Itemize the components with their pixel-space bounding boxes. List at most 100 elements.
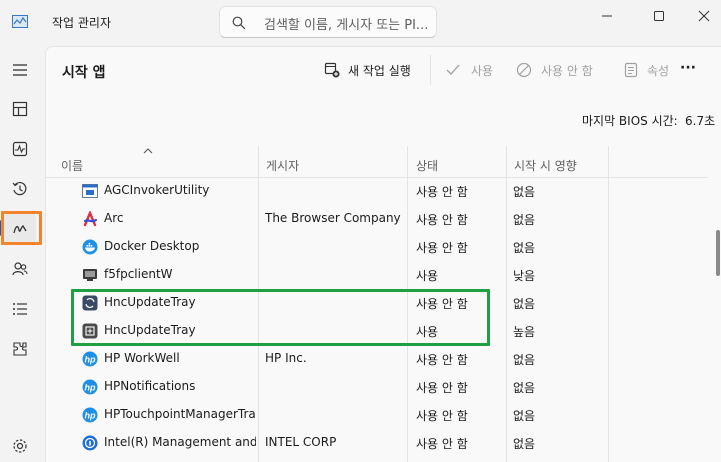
nav-details[interactable] xyxy=(4,293,36,325)
sort-ascending-icon xyxy=(143,148,153,154)
column-header-publisher[interactable]: 게시자 xyxy=(266,157,299,174)
properties-button[interactable]: 속성 xyxy=(623,59,673,81)
hnc-rows-highlight-box xyxy=(71,289,490,346)
table-row[interactable]: hp HPTouchpointManagerTray 사용 안 함 없음 xyxy=(46,401,708,429)
app-status: 사용 안 함 xyxy=(416,409,468,423)
minimize-button[interactable] xyxy=(584,0,630,32)
nav-settings[interactable] xyxy=(4,430,36,462)
app-startup-impact: 낮음 xyxy=(513,269,536,283)
column-header-status[interactable]: 상태 xyxy=(416,157,438,174)
services-icon xyxy=(13,342,27,356)
app-publisher: INTEL CORP xyxy=(265,435,337,449)
table-row[interactable]: Intel(R) Management and... INTEL CORP 사용… xyxy=(46,429,708,457)
close-button[interactable] xyxy=(681,0,721,32)
more-options-icon: ··· xyxy=(680,60,696,76)
app-history-icon xyxy=(12,181,27,196)
app-status: 사용 안 함 xyxy=(416,437,468,451)
app-status: 사용 xyxy=(416,269,439,283)
nav-users[interactable] xyxy=(4,253,36,285)
app-name: Arc xyxy=(104,211,124,225)
new-task-icon xyxy=(324,62,340,78)
app-name: Intel(R) Management and... xyxy=(104,435,256,449)
minimize-icon xyxy=(602,15,612,17)
properties-label: 속성 xyxy=(647,64,670,78)
table-row[interactable]: f5fpclientW 사용 낮음 xyxy=(46,261,708,289)
hp-icon: hp xyxy=(82,407,98,423)
hp-icon: hp xyxy=(82,379,98,395)
docker-icon xyxy=(82,239,98,255)
intel-icon xyxy=(82,435,98,451)
app-startup-impact: 없음 xyxy=(513,185,536,199)
nav-processes[interactable] xyxy=(4,93,36,125)
table-row[interactable]: hp HPNotifications 사용 안 함 없음 xyxy=(46,373,708,401)
nav-performance[interactable] xyxy=(4,133,36,165)
table-row[interactable]: AGCInvokerUtility 사용 안 함 없음 xyxy=(46,177,708,205)
nav-app-history[interactable] xyxy=(4,173,36,205)
task-manager-app-icon xyxy=(12,15,28,28)
more-options-button[interactable]: ··· xyxy=(680,59,702,81)
close-icon xyxy=(698,10,710,22)
app-status: 사용 안 함 xyxy=(416,185,468,199)
details-icon xyxy=(13,303,27,315)
app-name: Docker Desktop xyxy=(104,239,200,253)
enable-button[interactable]: 사용 xyxy=(445,59,499,81)
task-manager-window: 작업 관리자 검색할 이름, 게시자 또는 PI... 시작 앱 새 작업 실행… xyxy=(0,0,721,462)
app-status: 사용 안 함 xyxy=(416,353,468,367)
column-header-startup-impact[interactable]: 시작 시 영향 xyxy=(514,157,577,174)
agc-invoker-icon xyxy=(82,184,98,198)
arc-browser-icon xyxy=(83,211,98,227)
performance-icon xyxy=(12,141,28,157)
title-bar: 작업 관리자 검색할 이름, 게시자 또는 PI... xyxy=(0,0,721,46)
app-startup-impact: 없음 xyxy=(513,241,536,255)
app-publisher: HP Inc. xyxy=(265,351,307,365)
enable-label: 사용 xyxy=(471,64,494,78)
disable-button[interactable]: 사용 안 함 xyxy=(516,59,606,81)
app-name: HP WorkWell xyxy=(104,351,180,365)
search-icon xyxy=(232,16,246,30)
f5-client-icon xyxy=(83,269,97,281)
app-name: f5fpclientW xyxy=(104,267,173,281)
disable-label: 사용 안 함 xyxy=(541,64,593,78)
app-startup-impact: 없음 xyxy=(513,409,536,423)
scrollbar-thumb[interactable] xyxy=(716,230,720,276)
app-startup-impact: 없음 xyxy=(513,437,536,451)
app-startup-impact: 없음 xyxy=(513,213,536,227)
table-row[interactable]: hp HP WorkWell HP Inc. 사용 안 함 없음 xyxy=(46,345,708,373)
column-header-name[interactable]: 이름 xyxy=(61,157,83,174)
new-task-label: 새 작업 실행 xyxy=(348,64,411,78)
bios-time-label: 마지막 BIOS 시간: xyxy=(582,114,678,128)
nav-menu-button[interactable] xyxy=(4,54,36,86)
search-input[interactable]: 검색할 이름, 게시자 또는 PI... xyxy=(219,6,437,38)
maximize-button[interactable] xyxy=(636,0,682,32)
table-row[interactable]: Arc The Browser Company ... 사용 안 함 없음 xyxy=(46,205,708,233)
maximize-icon xyxy=(654,11,664,21)
app-startup-impact: 없음 xyxy=(513,381,536,395)
window-title: 작업 관리자 xyxy=(52,16,112,30)
hp-icon: hp xyxy=(82,351,98,367)
toolbar-separator xyxy=(430,55,431,85)
app-startup-impact: 높음 xyxy=(513,325,536,339)
nav-services[interactable] xyxy=(4,333,36,365)
new-task-button[interactable]: 새 작업 실행 xyxy=(324,59,424,81)
vertical-scrollbar[interactable] xyxy=(716,178,721,462)
users-icon xyxy=(12,262,28,276)
app-status: 사용 안 함 xyxy=(416,241,468,255)
page-title: 시작 앱 xyxy=(62,65,106,81)
settings-icon xyxy=(13,439,27,453)
properties-icon xyxy=(624,62,638,78)
table-row[interactable]: Docker Desktop 사용 안 함 없음 xyxy=(46,233,708,261)
checkmark-icon xyxy=(446,64,460,75)
search-placeholder: 검색할 이름, 게시자 또는 PI... xyxy=(264,18,429,33)
svg-text:hp: hp xyxy=(85,355,96,365)
processes-icon xyxy=(12,101,28,117)
svg-text:hp: hp xyxy=(85,383,96,393)
hamburger-menu-icon xyxy=(13,64,27,76)
bios-time-value: 6.7초 xyxy=(685,114,716,128)
app-name: HPNotifications xyxy=(104,379,196,393)
app-status: 사용 안 함 xyxy=(416,381,468,395)
app-startup-impact: 없음 xyxy=(513,297,536,311)
app-name: AGCInvokerUtility xyxy=(104,183,210,197)
disable-icon xyxy=(516,62,532,78)
app-startup-impact: 없음 xyxy=(513,353,536,367)
startup-nav-highlight-box xyxy=(1,211,42,245)
